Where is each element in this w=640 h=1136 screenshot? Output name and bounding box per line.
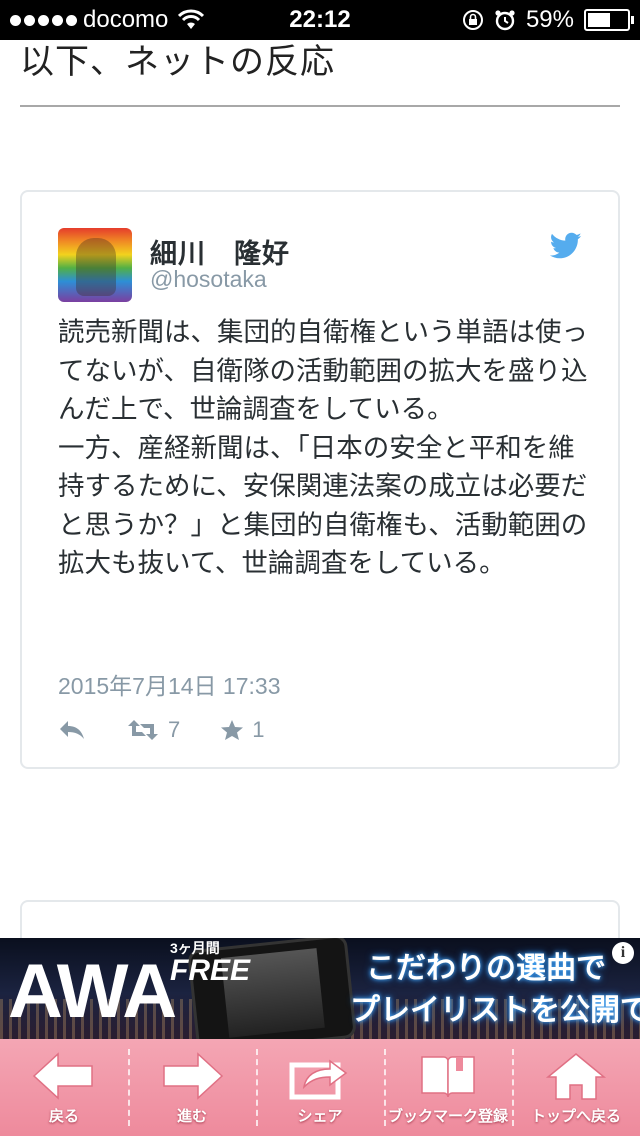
ad-copy-line1: こだわりの選曲で [366,951,606,986]
nav-share-button[interactable]: シェア [256,1039,384,1136]
nav-top-label: トップへ戻る [530,1107,621,1125]
favorite-count: 1 [252,717,265,742]
retweet-icon [128,720,158,740]
alarm-clock-icon [495,10,515,31]
section-heading: 以下、ネットの反応 [20,42,335,82]
battery-percentage: 59% [525,6,574,33]
arrow-left-icon [32,1052,93,1100]
retweet-count: 7 [168,717,181,742]
avatar[interactable] [58,228,132,302]
share-icon [289,1059,348,1100]
tweet-actions: 7 1 [58,715,305,745]
nav-back-label: 戻る [48,1107,79,1125]
nav-bookmark-label: ブックマーク登録 [387,1107,508,1125]
tweet-timestamp[interactable]: 2015年7月14日 17:33 [58,667,281,701]
favorite-button[interactable]: 1 [220,717,265,743]
reply-button[interactable] [58,719,86,741]
arrow-right-icon [163,1052,224,1100]
ad-copy-line2: プレイリストを公開できる [350,993,640,1028]
nav-share-label: シェア [297,1107,343,1125]
reply-icon [60,721,84,739]
nav-forward-label: 進む [176,1107,207,1125]
ad-copy: こだわりの選曲で プレイリストを公開できる [350,948,640,1032]
tweet-text: 読売新聞は、集団的自衛権という単語は使ってないが、自衛隊の活動範囲の拡大を盛り込… [58,317,588,579]
embedded-tweet-card[interactable]: 細川 隆好 @hosotaka 読売新聞は、集団的自衛権という単語は使ってないが… [20,190,620,769]
ad-brand-logo: AWA [8,949,177,1034]
bookmark-book-icon [421,1056,475,1098]
tweet-author-handle[interactable]: @hosotaka [150,266,267,293]
ad-free-badge: 3ヶ月間 FREE [170,940,250,986]
home-icon [545,1053,607,1100]
retweet-button[interactable]: 7 [126,717,180,743]
divider [20,105,620,107]
nav-bookmark-button[interactable]: ブックマーク登録 [384,1039,512,1136]
rotation-lock-icon [462,10,483,30]
nav-forward-button[interactable]: 進む [128,1039,256,1136]
ad-banner[interactable]: AWA 3ヶ月間 FREE こだわりの選曲で プレイリストを公開できる i [0,938,640,1039]
bottom-navigation-bar: 戻る 進む シェア ブックマーク登録 トップへ戻る [0,1039,640,1136]
ad-info-icon[interactable]: i [612,942,634,964]
nav-back-button[interactable]: 戻る [0,1039,128,1136]
status-bar: docomo 22:12 59% [0,0,640,40]
nav-top-button[interactable]: トップへ戻る [512,1039,640,1136]
star-icon [221,720,244,740]
twitter-bird-icon[interactable] [550,232,582,260]
ad-free-text: FREE [170,954,251,987]
battery-icon [584,9,634,31]
